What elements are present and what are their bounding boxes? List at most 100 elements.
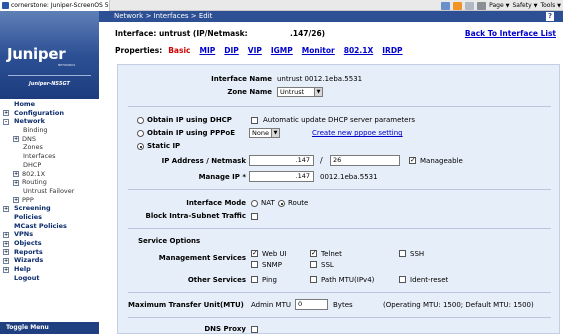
mode-route-radio[interactable] (278, 200, 285, 207)
sidebar-item-untrust-failover[interactable]: Untrust Failover (0, 187, 99, 196)
ip-address-input[interactable]: .147 (249, 155, 314, 166)
expand-icon[interactable]: + (13, 171, 19, 177)
static-ip-label: Static IP (147, 142, 181, 150)
mail-icon[interactable] (465, 1, 475, 10)
main-content: Network > Interfaces > Edit ? Interface:… (99, 11, 563, 334)
sidebar-item-label: VPNs (14, 230, 34, 239)
sidebar-item-network[interactable]: - Network (0, 117, 99, 126)
sidebar-item-label: PPP (22, 195, 34, 204)
tab-mip[interactable]: MIP (199, 46, 215, 55)
create-pppoe-link[interactable]: Create new pppoe setting (312, 129, 403, 137)
sidebar-item-mcast-policies[interactable]: MCast Policies (0, 222, 99, 231)
sidebar-item-home[interactable]: Home (0, 100, 99, 109)
obtain-pppoe-label: Obtain IP using PPPoE (147, 129, 235, 137)
sidebar-item-dns[interactable]: + DNS (0, 135, 99, 144)
webui-label: Web UI (262, 250, 287, 258)
expand-icon[interactable]: + (13, 179, 19, 186)
expand-icon[interactable]: + (3, 240, 9, 247)
manageable-checkbox[interactable] (409, 156, 416, 164)
expand-icon[interactable]: + (3, 205, 9, 212)
mode-nat-radio[interactable] (251, 200, 258, 207)
page-menu-label: Page (489, 2, 504, 9)
sidebar-item-objects[interactable]: + Objects (0, 239, 99, 248)
ident-reset-checkbox[interactable] (399, 276, 406, 283)
tab-monitor[interactable]: Monitor (302, 46, 335, 55)
browser-tab[interactable]: cornerstone: Juniper-ScreenOS 5.4.0r13.0 (0, 0, 110, 11)
path-mtu-checkbox[interactable] (310, 276, 317, 283)
obtain-dhcp-label: Obtain IP using DHCP (147, 116, 232, 124)
sidebar-item-help[interactable]: + Help (0, 265, 99, 274)
netmask-input[interactable]: 26 (330, 155, 400, 166)
page-menu[interactable]: Page ▼ (489, 2, 509, 9)
tools-menu-label: Tools (540, 2, 556, 9)
sidebar-item-routing[interactable]: + Routing (0, 178, 99, 187)
back-to-interface-list-link[interactable]: Back To Interface List (465, 29, 556, 38)
pppoe-select-value: None (252, 129, 269, 137)
print-icon[interactable] (477, 1, 487, 10)
help-button[interactable]: ? (546, 12, 554, 21)
sidebar-item-screening[interactable]: + Screening (0, 204, 99, 213)
dns-proxy-checkbox[interactable] (251, 326, 258, 333)
toggle-menu-button[interactable]: Toggle Menu (0, 322, 99, 334)
pppoe-select[interactable]: None ▼ (249, 128, 280, 138)
expand-icon[interactable]: + (3, 110, 9, 117)
sidebar-item-zones[interactable]: Zones (0, 143, 99, 152)
home-icon[interactable] (441, 1, 451, 10)
sidebar-item-interfaces[interactable]: Interfaces (0, 152, 99, 161)
ssh-checkbox[interactable] (399, 250, 406, 257)
sidebar-item-label: Configuration (14, 108, 64, 117)
chevron-down-icon: ▼ (271, 129, 279, 137)
admin-mtu-input[interactable]: 0 (295, 299, 328, 310)
ping-checkbox[interactable] (251, 276, 258, 283)
sidebar-item-policies[interactable]: Policies (0, 213, 99, 222)
feed-icon[interactable] (453, 1, 463, 10)
sidebar-item-802-1x[interactable]: +802.1X (0, 170, 99, 179)
ssl-checkbox[interactable] (310, 261, 317, 268)
zone-name-select[interactable]: Untrust ▼ (277, 87, 323, 97)
chevron-down-icon: ▼ (505, 3, 510, 9)
sidebar-item-logout[interactable]: Logout (0, 274, 99, 283)
favicon-icon (2, 2, 9, 9)
expand-icon[interactable]: + (3, 231, 9, 238)
sidebar-item-label: Routing (22, 178, 47, 187)
sidebar-item-configuration[interactable]: + Configuration (0, 109, 99, 118)
expand-icon[interactable]: + (13, 197, 19, 204)
netmask-slash: / (320, 156, 323, 165)
safety-menu[interactable]: Safety ▼ (512, 2, 537, 9)
expand-icon[interactable]: + (3, 249, 9, 256)
sidebar-item-ppp[interactable]: + PPP (0, 196, 99, 205)
sidebar-item-label: Wizards (14, 256, 44, 265)
obtain-pppoe-radio[interactable] (137, 130, 144, 137)
auto-update-dhcp-checkbox[interactable] (251, 117, 258, 124)
snmp-checkbox[interactable] (251, 261, 258, 268)
expand-icon[interactable]: + (13, 136, 19, 143)
expand-icon[interactable]: + (3, 266, 9, 273)
webui-checkbox[interactable] (251, 249, 258, 257)
tab-dip[interactable]: DIP (224, 46, 239, 55)
admin-mtu-label: Admin MTU (251, 301, 291, 309)
tab-igmp[interactable]: IGMP (271, 46, 293, 55)
expand-icon[interactable]: + (3, 257, 9, 264)
mtu-label: Maximum Transfer Unit(MTU) (128, 301, 244, 309)
manageable-label: Manageable (420, 157, 463, 165)
browser-tools: Page ▼ Safety ▼ Tools ▼ (441, 0, 561, 11)
static-ip-radio[interactable] (137, 143, 144, 150)
path-mtu-label: Path MTU(IPv4) (321, 276, 375, 284)
collapse-icon[interactable]: - (3, 118, 9, 125)
manage-ip-input[interactable]: .147 (249, 171, 314, 182)
telnet-checkbox[interactable] (310, 249, 317, 257)
tab-vip[interactable]: VIP (248, 46, 262, 55)
sidebar-item-dhcp[interactable]: DHCP (0, 161, 99, 170)
sidebar-item-binding[interactable]: Binding (0, 126, 99, 135)
tab-8021x[interactable]: 802.1X (344, 46, 374, 55)
block-intra-subnet-checkbox[interactable] (251, 213, 258, 220)
tab-irdp[interactable]: IRDP (382, 46, 402, 55)
sidebar-item-reports[interactable]: + Reports (0, 248, 99, 257)
sidebar-item-wizards[interactable]: + Wizards (0, 256, 99, 265)
tab-basic[interactable]: Basic (168, 46, 190, 55)
obtain-dhcp-radio[interactable] (137, 117, 144, 124)
sidebar-item-vpns[interactable]: + VPNs (0, 230, 99, 239)
bytes-label: Bytes (333, 301, 353, 309)
tools-menu[interactable]: Tools ▼ (540, 2, 561, 9)
interface-mode-label: Interface Mode (186, 199, 246, 207)
